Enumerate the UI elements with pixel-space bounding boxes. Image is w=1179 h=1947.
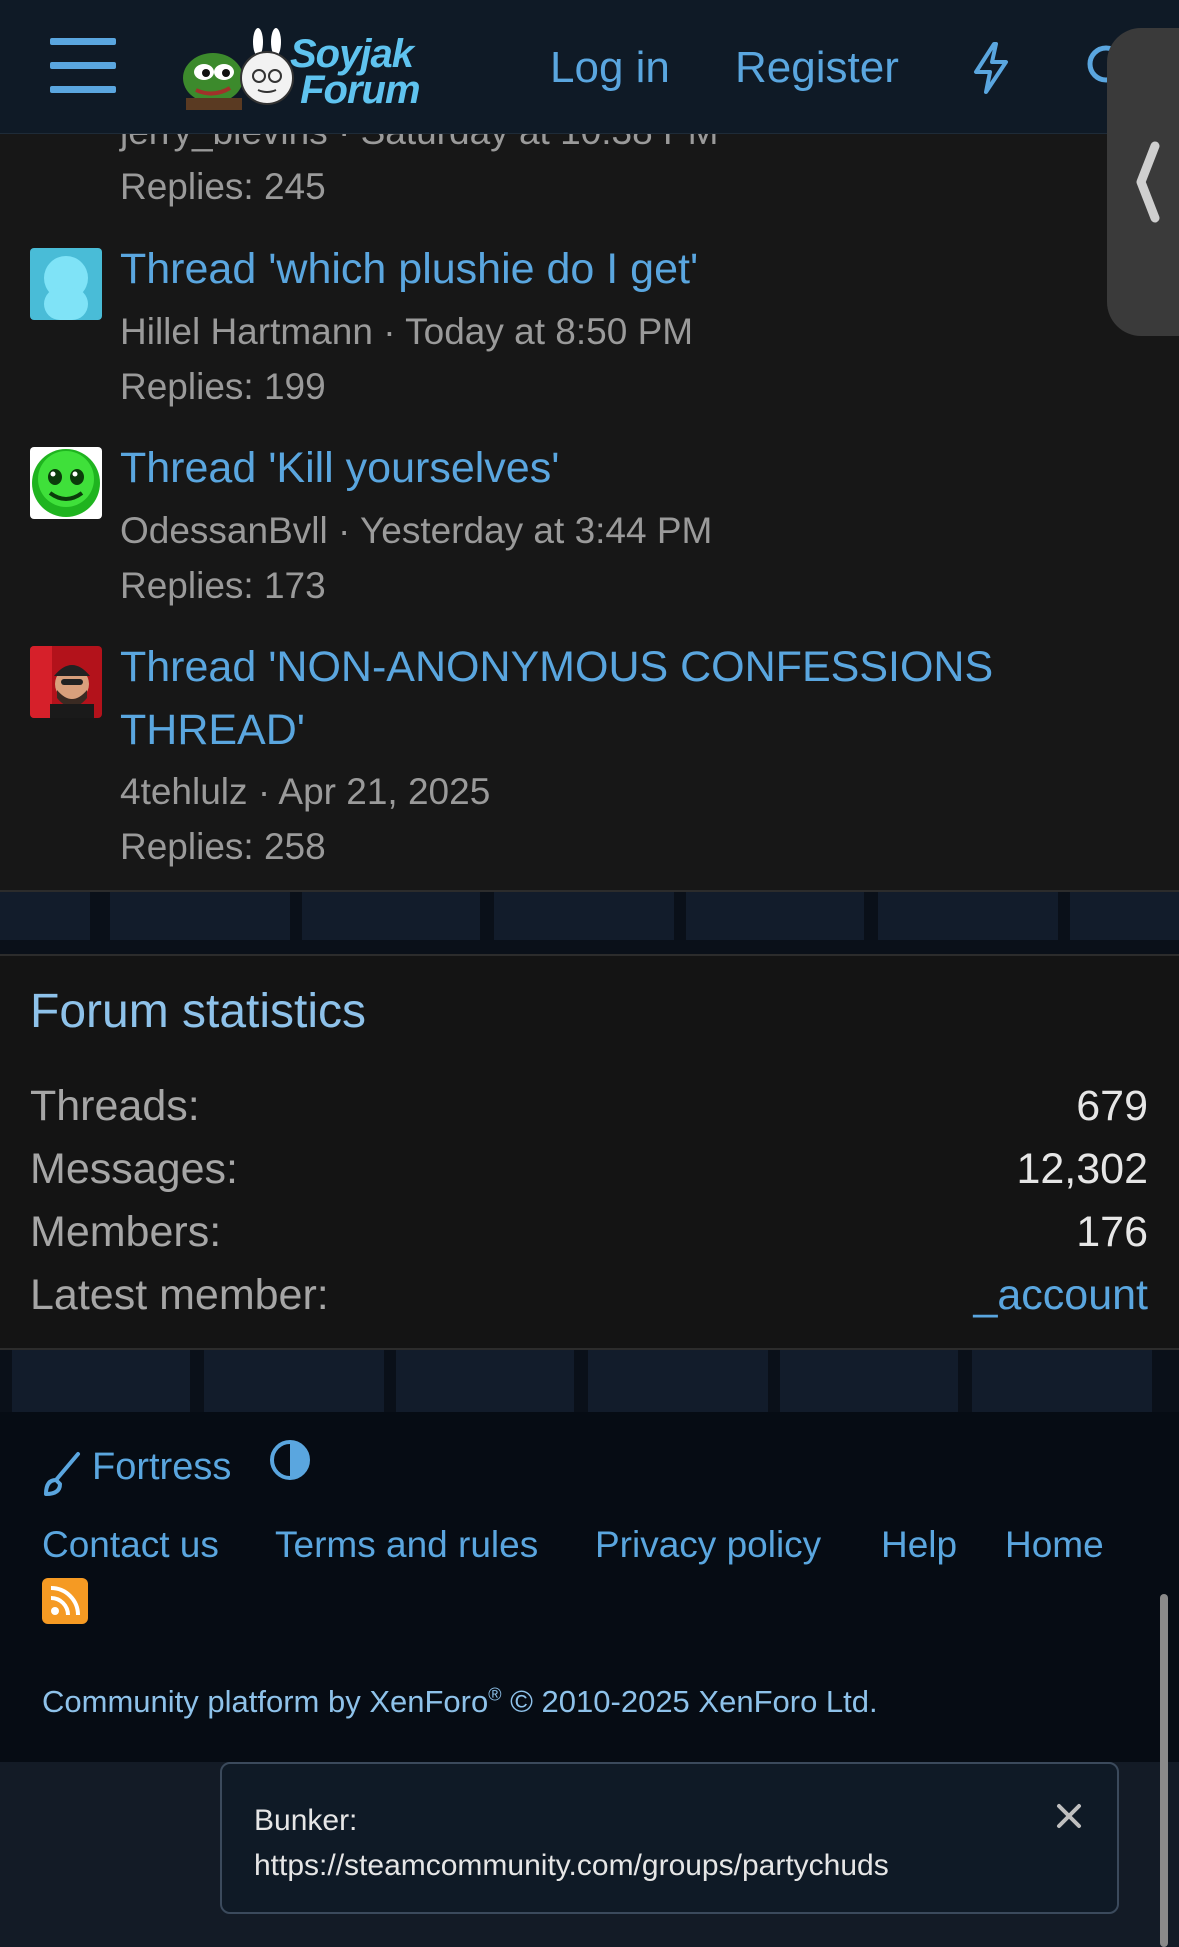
stat-value: 12,302: [1016, 1145, 1148, 1193]
chevron-left-icon: [1136, 141, 1160, 223]
avatar[interactable]: [30, 248, 102, 320]
thread-replies: Replies: 199: [120, 365, 326, 409]
stats-title: Forum statistics: [30, 985, 367, 1038]
notice-link[interactable]: https://steamcommunity.com/groups/partyc…: [254, 1849, 889, 1882]
replies-count: 258: [263, 826, 326, 867]
copyright-platform[interactable]: Community platform by XenForo: [42, 1684, 488, 1719]
thread-replies: Replies: 245: [120, 165, 326, 209]
footer-link-terms[interactable]: Terms and rules: [275, 1520, 538, 1570]
thread-replies: Replies: 258: [120, 825, 326, 869]
stat-row-members: Members: 176: [30, 1208, 1148, 1268]
logo-mascot-icon: [183, 28, 294, 110]
decorative-block-strip: [0, 1350, 1179, 1412]
site-footer: Fortress Contact us Terms and rules Priv…: [0, 1412, 1179, 1762]
notice-line: Bunker:: [254, 1804, 358, 1837]
close-icon[interactable]: [1051, 1798, 1087, 1834]
thread-title-line: THREAD': [120, 706, 305, 754]
login-link[interactable]: Log in: [550, 40, 670, 96]
stat-value: 679: [1076, 1082, 1148, 1130]
rss-icon[interactable]: [42, 1578, 88, 1624]
paintbrush-icon: [44, 1452, 80, 1496]
footer-link-contact[interactable]: Contact us: [42, 1520, 219, 1570]
stat-row-latest-member: Latest member: _account: [30, 1271, 1148, 1331]
stat-row-messages: Messages: 12,302: [30, 1145, 1148, 1205]
thread-meta: 4tehlulz · Apr 21, 2025: [120, 770, 490, 814]
photo-avatar-icon: [30, 646, 102, 718]
replies-label: Replies:: [120, 366, 254, 407]
stat-row-threads: Threads: 679: [30, 1082, 1148, 1142]
forum-statistics: Forum statistics Threads: 679 Messages: …: [0, 954, 1179, 1350]
thread-date[interactable]: Yesterday at 3:44 PM: [360, 510, 712, 551]
thread-meta: OdessanBvll · Yesterday at 3:44 PM: [120, 509, 712, 553]
meta-separator: ·: [257, 771, 271, 812]
thread-author[interactable]: 4tehlulz: [120, 771, 248, 812]
stat-label: Members:: [30, 1208, 222, 1256]
hamburger-menu-icon[interactable]: [50, 38, 116, 94]
footer-link-home[interactable]: Home: [1005, 1520, 1104, 1570]
notice-banner: Bunker: https://steamcommunity.com/group…: [220, 1762, 1119, 1914]
thread-title-line: Thread 'NON-ANONYMOUS CONFESSIONS: [120, 643, 994, 691]
thread-meta: Hillel Hartmann · Today at 8:50 PM: [120, 310, 693, 354]
thread-author[interactable]: Hillel Hartmann: [120, 311, 373, 352]
latest-member-link[interactable]: _account: [973, 1271, 1148, 1320]
style-label: Fortress: [92, 1446, 232, 1488]
thread-date[interactable]: Today at 8:50 PM: [405, 311, 693, 352]
decorative-block-strip: [0, 892, 1179, 954]
scrollbar[interactable]: [1160, 1594, 1168, 1947]
thread-title[interactable]: Thread 'which plushie do I get': [120, 238, 1070, 301]
site-logo[interactable]: Soyjak Forum: [168, 28, 468, 110]
replies-label: Replies:: [120, 166, 254, 207]
list-item: Thread 'NON-ANONYMOUS CONFESSIONS THREAD…: [0, 643, 1179, 886]
stat-value: 176: [1076, 1208, 1148, 1256]
copyright-text: Community platform by XenForo® © 2010-20…: [42, 1684, 878, 1720]
side-drawer-tab[interactable]: [1107, 28, 1179, 336]
green-smiley-avatar-icon: [30, 447, 102, 519]
avatar[interactable]: [30, 646, 102, 718]
logo-text: Soyjak Forum: [290, 32, 421, 112]
thread-date[interactable]: Apr 21, 2025: [278, 771, 490, 812]
footer-link-help[interactable]: Help: [881, 1520, 957, 1570]
thread-title[interactable]: Thread 'NON-ANONYMOUS CONFESSIONS THREAD…: [120, 636, 1070, 762]
lightning-icon[interactable]: [968, 40, 1014, 96]
replies-count: 199: [263, 366, 326, 407]
thread-replies: Replies: 173: [120, 564, 326, 608]
stat-label: Threads:: [30, 1082, 200, 1130]
registered-mark: ®: [488, 1684, 502, 1705]
list-item: Thread 'Kill yourselves' OdessanBvll · Y…: [0, 444, 1179, 617]
register-link[interactable]: Register: [735, 40, 899, 96]
copyright-owner: © 2010-2025 XenForo Ltd.: [501, 1684, 878, 1719]
list-item: Thread 'which plushie do I get' Hillel H…: [0, 245, 1179, 418]
thread-author[interactable]: OdessanBvll: [120, 510, 328, 551]
replies-label: Replies:: [120, 826, 254, 867]
replies-count: 245: [263, 166, 326, 207]
meta-separator: ·: [383, 311, 396, 352]
contrast-toggle-icon[interactable]: [268, 1438, 312, 1482]
site-header: Soyjak Forum Log in Register: [0, 0, 1179, 134]
replies-count: 173: [263, 565, 326, 606]
footer-link-privacy[interactable]: Privacy policy: [595, 1520, 821, 1570]
stat-label: Messages:: [30, 1145, 238, 1193]
thread-title[interactable]: Thread 'Kill yourselves': [120, 437, 1070, 500]
notice-text: Bunker: https://steamcommunity.com/group…: [254, 1798, 889, 1888]
replies-label: Replies:: [120, 565, 254, 606]
stat-label: Latest member:: [30, 1271, 329, 1319]
default-avatar-icon: [30, 248, 102, 320]
avatar[interactable]: [30, 447, 102, 519]
meta-separator: ·: [338, 510, 351, 551]
